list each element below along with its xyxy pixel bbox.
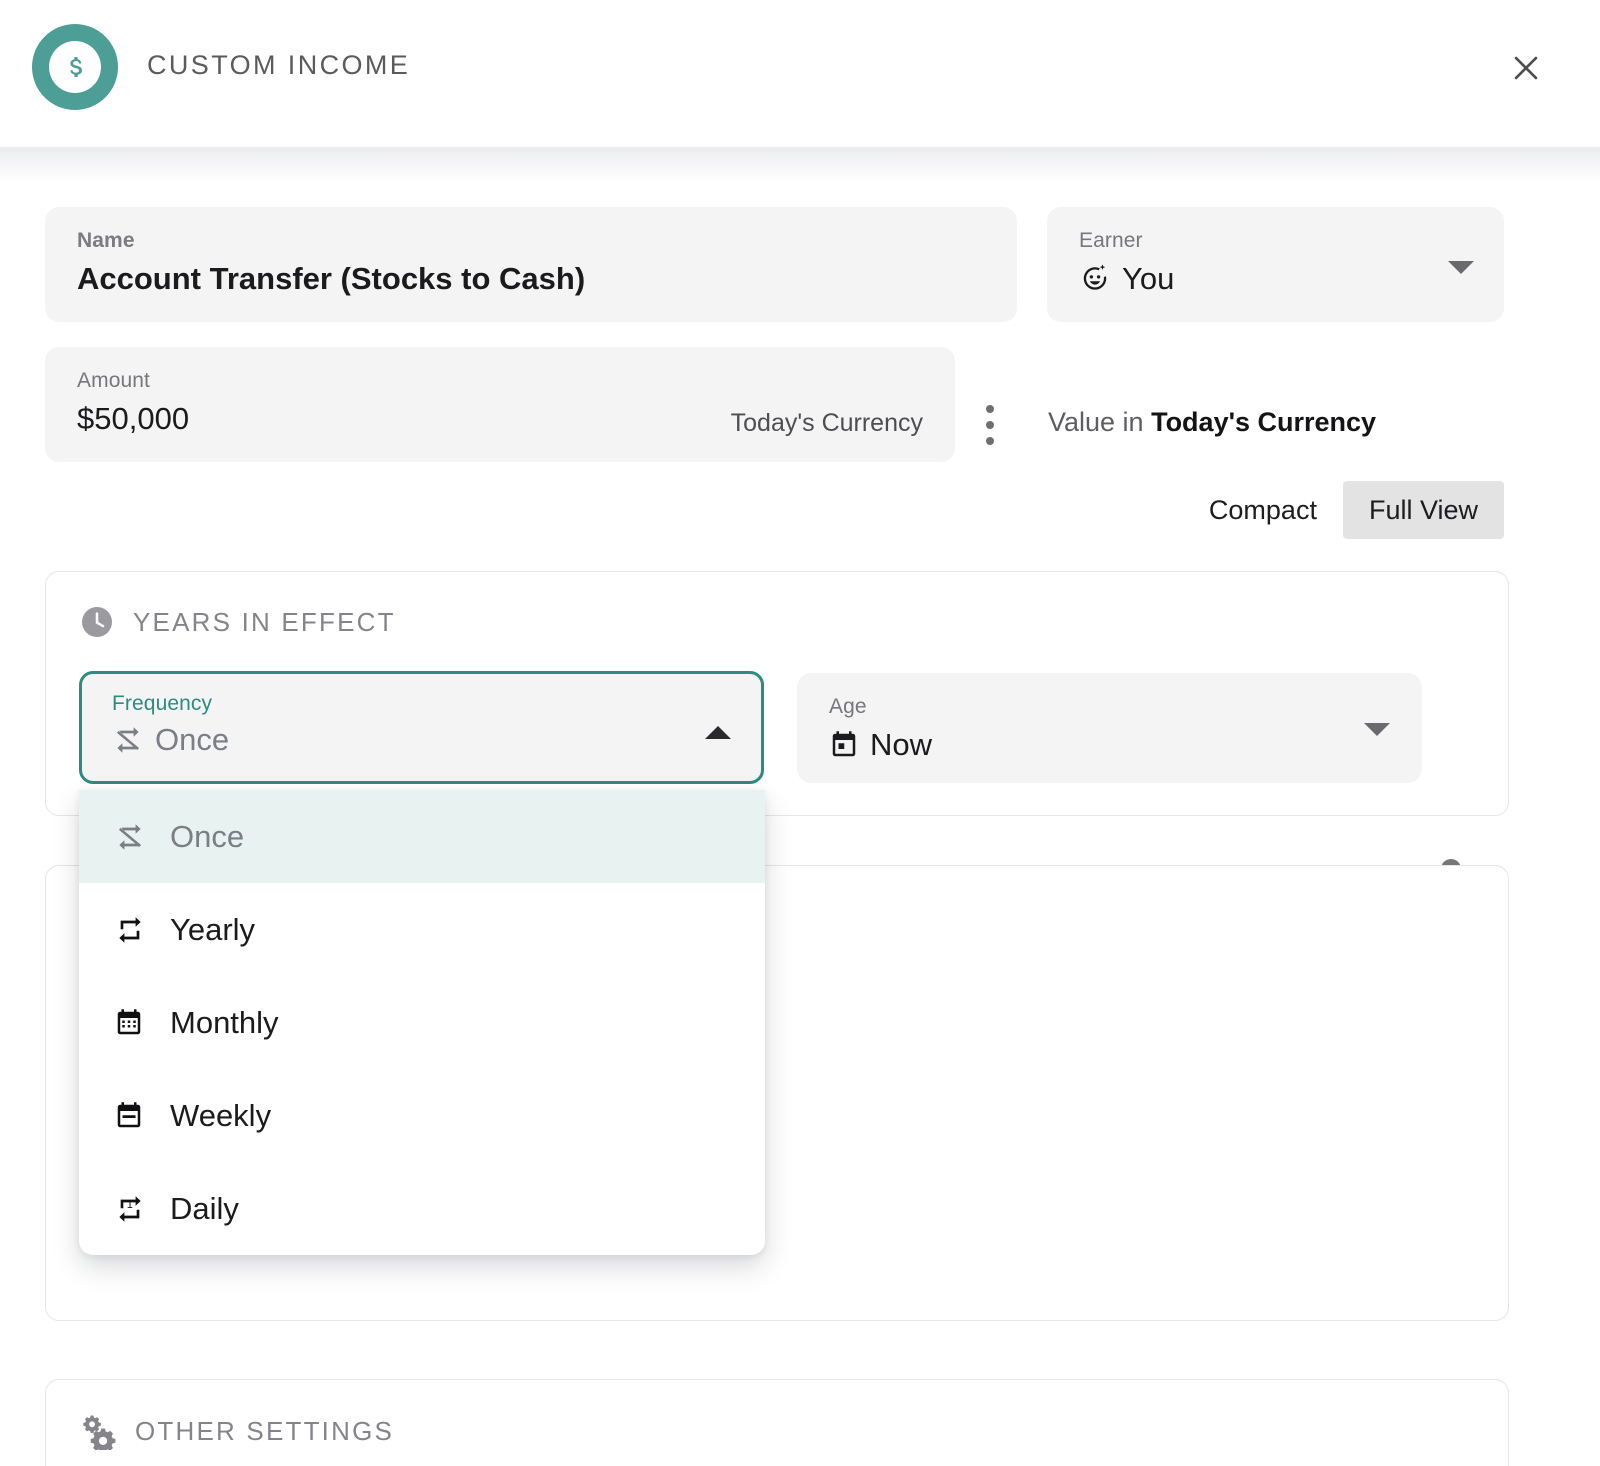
frequency-label: Frequency	[112, 692, 212, 716]
repeat-off-icon	[114, 821, 148, 853]
logo-inner-circle	[49, 41, 101, 93]
years-in-effect-title: YEARS IN EFFECT	[133, 607, 396, 638]
frequency-option-monthly[interactable]: Monthly	[79, 976, 765, 1069]
frequency-value-row: Once	[112, 722, 229, 758]
frequency-option-weekly[interactable]: Weekly	[79, 1069, 765, 1162]
view-mode-toggle: Compact Full View	[1183, 481, 1504, 539]
other-settings-title: OTHER SETTINGS	[135, 1416, 394, 1447]
other-settings-header: OTHER SETTINGS	[79, 1412, 394, 1450]
repeat-icon	[114, 914, 148, 946]
view-option-full[interactable]: Full View	[1343, 481, 1504, 539]
age-value-row: Now	[829, 727, 932, 763]
amount-field[interactable]: Amount $50,000 Today's Currency	[45, 347, 955, 462]
more-vertical-icon[interactable]	[983, 405, 997, 445]
svg-text:1: 1	[127, 1198, 133, 1210]
earner-value-row: You	[1079, 261, 1174, 297]
age-value: Now	[870, 727, 932, 763]
chevron-down-icon	[1364, 723, 1390, 736]
frequency-option-label: Yearly	[170, 912, 255, 948]
dot-1	[986, 405, 994, 413]
calendar-month-icon	[114, 1008, 148, 1038]
page-title: CUSTOM INCOME	[147, 50, 410, 81]
dialog-header: CUSTOM INCOME	[0, 0, 1600, 147]
value-currency-note: Value in Today's Currency	[1048, 407, 1376, 438]
earner-label: Earner	[1079, 229, 1143, 253]
dialog-body: Name Account Transfer (Stocks to Cash) E…	[0, 147, 1600, 1466]
frequency-option-daily[interactable]: 1 Daily	[79, 1162, 765, 1255]
age-label: Age	[829, 695, 867, 719]
name-label: Name	[77, 229, 135, 253]
frequency-value: Once	[155, 722, 229, 758]
repeat-off-icon	[112, 724, 144, 756]
dot-2	[986, 421, 994, 429]
amount-currency-suffix: Today's Currency	[731, 409, 923, 438]
amount-value: $50,000	[77, 401, 189, 437]
name-field[interactable]: Name Account Transfer (Stocks to Cash)	[45, 207, 1017, 322]
calendar-today-icon	[829, 730, 859, 760]
years-in-effect-header: YEARS IN EFFECT	[79, 604, 396, 640]
dollar-circle-icon	[32, 24, 118, 110]
frequency-option-label: Weekly	[170, 1098, 271, 1134]
age-select[interactable]: Age Now	[797, 673, 1422, 783]
chevron-down-icon	[1448, 261, 1474, 274]
calendar-week-icon	[114, 1101, 148, 1131]
value-note-emphasis: Today's Currency	[1151, 407, 1376, 437]
amount-label: Amount	[77, 369, 150, 393]
view-option-compact[interactable]: Compact	[1183, 481, 1343, 539]
dot-3	[986, 437, 994, 445]
value-note-prefix: Value in	[1048, 407, 1151, 437]
repeat-one-icon: 1	[114, 1193, 148, 1225]
frequency-option-once[interactable]: Once	[79, 790, 765, 883]
frequency-dropdown-menu: Once Yearly	[79, 790, 765, 1255]
name-value: Account Transfer (Stocks to Cash)	[77, 261, 585, 297]
earner-value: You	[1122, 261, 1174, 297]
person-face-icon	[1079, 263, 1111, 295]
frequency-option-label: Once	[170, 819, 244, 855]
chevron-up-icon	[705, 726, 731, 739]
close-icon[interactable]	[1504, 46, 1548, 90]
custom-income-dialog: CUSTOM INCOME Name Account Transfer (Sto…	[0, 0, 1600, 1466]
clock-icon	[79, 604, 115, 640]
other-settings-card: OTHER SETTINGS	[45, 1379, 1509, 1466]
frequency-option-label: Daily	[170, 1191, 239, 1227]
gears-icon	[79, 1412, 117, 1450]
earner-select[interactable]: Earner You	[1047, 207, 1504, 322]
frequency-option-label: Monthly	[170, 1005, 279, 1041]
frequency-select[interactable]: Frequency Once	[79, 671, 764, 784]
frequency-option-yearly[interactable]: Yearly	[79, 883, 765, 976]
